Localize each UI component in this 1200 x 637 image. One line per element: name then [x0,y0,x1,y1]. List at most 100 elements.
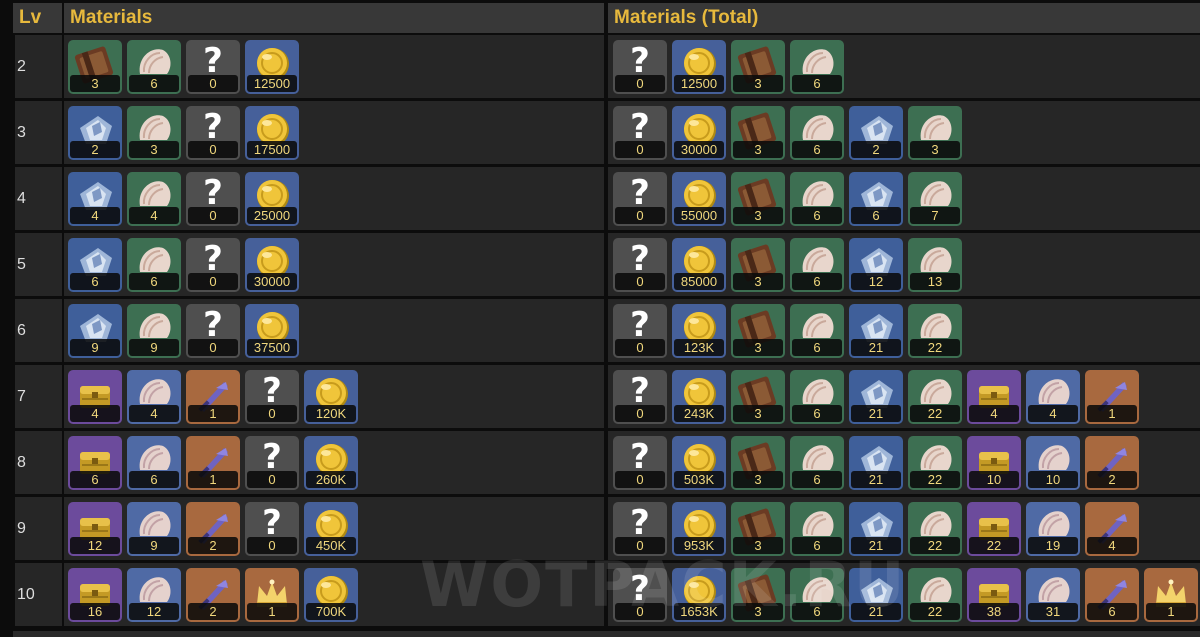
material-item[interactable]: 21 [849,370,903,424]
material-item[interactable]: 30000 [245,238,299,292]
material-item[interactable]: 3 [731,172,785,226]
material-item[interactable]: 21 [849,568,903,622]
material-item[interactable]: 6 [790,304,844,358]
material-item[interactable]: 6 [849,172,903,226]
material-item[interactable]: 25000 [245,172,299,226]
material-item[interactable]: 450K [304,502,358,556]
material-item[interactable]: 4 [967,370,1021,424]
material-item[interactable]: 21 [849,304,903,358]
material-item[interactable]: 243K [672,370,726,424]
material-item[interactable]: 6 [790,568,844,622]
material-item[interactable]: 22 [908,370,962,424]
material-item[interactable]: 4 [127,172,181,226]
material-item[interactable]: 6 [790,106,844,160]
material-item[interactable]: 1 [1144,568,1198,622]
material-item[interactable]: 2 [186,502,240,556]
material-item[interactable]: 55000 [672,172,726,226]
material-item[interactable]: 4 [1085,502,1139,556]
material-item[interactable]: ? 0 [186,40,240,94]
material-item[interactable]: 4 [127,370,181,424]
material-item[interactable]: 1653K [672,568,726,622]
material-item[interactable]: 38 [967,568,1021,622]
material-item[interactable]: 9 [68,304,122,358]
material-item[interactable]: 3 [908,106,962,160]
material-item[interactable]: ? 0 [245,502,299,556]
material-item[interactable]: ? 0 [186,106,240,160]
material-item[interactable]: ? 0 [613,370,667,424]
material-item[interactable]: 6 [790,40,844,94]
material-item[interactable]: 6 [790,502,844,556]
material-item[interactable]: 21 [849,502,903,556]
material-item[interactable]: 22 [908,436,962,490]
material-item[interactable]: 123K [672,304,726,358]
material-item[interactable]: 10 [1026,436,1080,490]
material-item[interactable]: ? 0 [613,238,667,292]
material-item[interactable]: 3 [731,568,785,622]
material-item[interactable]: 19 [1026,502,1080,556]
material-item[interactable]: 260K [304,436,358,490]
material-item[interactable]: ? 0 [245,370,299,424]
material-item[interactable]: 85000 [672,238,726,292]
material-item[interactable]: 6 [1085,568,1139,622]
material-item[interactable]: 16 [68,568,122,622]
material-item[interactable]: 12 [849,238,903,292]
material-item[interactable]: 6 [790,370,844,424]
material-item[interactable]: 6 [790,172,844,226]
material-item[interactable]: 6 [68,436,122,490]
material-item[interactable]: 7 [908,172,962,226]
material-item[interactable]: 3 [127,106,181,160]
material-item[interactable]: 37500 [245,304,299,358]
material-item[interactable]: 22 [908,568,962,622]
material-item[interactable]: 3 [731,370,785,424]
material-item[interactable]: 22 [967,502,1021,556]
material-item[interactable]: 31 [1026,568,1080,622]
material-item[interactable]: 3 [68,40,122,94]
material-item[interactable]: 6 [790,238,844,292]
material-item[interactable]: ? 0 [613,304,667,358]
material-item[interactable]: 3 [731,502,785,556]
material-item[interactable]: 12 [68,502,122,556]
material-item[interactable]: 9 [127,502,181,556]
material-item[interactable]: 3 [731,40,785,94]
material-item[interactable]: 4 [68,172,122,226]
material-item[interactable]: 503K [672,436,726,490]
material-item[interactable]: 953K [672,502,726,556]
material-item[interactable]: ? 0 [613,40,667,94]
material-item[interactable]: ? 0 [613,436,667,490]
material-item[interactable]: 1 [245,568,299,622]
material-item[interactable]: ? 0 [186,172,240,226]
material-item[interactable]: 3 [731,304,785,358]
material-item[interactable]: 2 [186,568,240,622]
material-item[interactable]: ? 0 [613,172,667,226]
material-item[interactable]: 2 [849,106,903,160]
material-item[interactable]: 13 [908,238,962,292]
material-item[interactable]: 3 [731,106,785,160]
material-item[interactable]: 3 [731,436,785,490]
material-item[interactable]: ? 0 [613,568,667,622]
material-item[interactable]: ? 0 [186,304,240,358]
material-item[interactable]: 30000 [672,106,726,160]
material-item[interactable]: 12500 [245,40,299,94]
material-item[interactable]: 3 [731,238,785,292]
material-item[interactable]: 6 [127,238,181,292]
material-item[interactable]: 1 [186,436,240,490]
material-item[interactable]: 700K [304,568,358,622]
material-item[interactable]: 21 [849,436,903,490]
material-item[interactable]: 6 [127,436,181,490]
material-item[interactable]: 4 [68,370,122,424]
material-item[interactable]: 9 [127,304,181,358]
material-item[interactable]: 22 [908,304,962,358]
material-item[interactable]: 120K [304,370,358,424]
material-item[interactable]: 6 [790,436,844,490]
material-item[interactable]: 6 [127,40,181,94]
material-item[interactable]: 2 [1085,436,1139,490]
material-item[interactable]: 6 [68,238,122,292]
material-item[interactable]: 1 [1085,370,1139,424]
material-item[interactable]: 10 [967,436,1021,490]
material-item[interactable]: ? 0 [245,436,299,490]
material-item[interactable]: 1 [186,370,240,424]
material-item[interactable]: 17500 [245,106,299,160]
material-item[interactable]: 2 [68,106,122,160]
material-item[interactable]: 4 [1026,370,1080,424]
material-item[interactable]: ? 0 [613,502,667,556]
